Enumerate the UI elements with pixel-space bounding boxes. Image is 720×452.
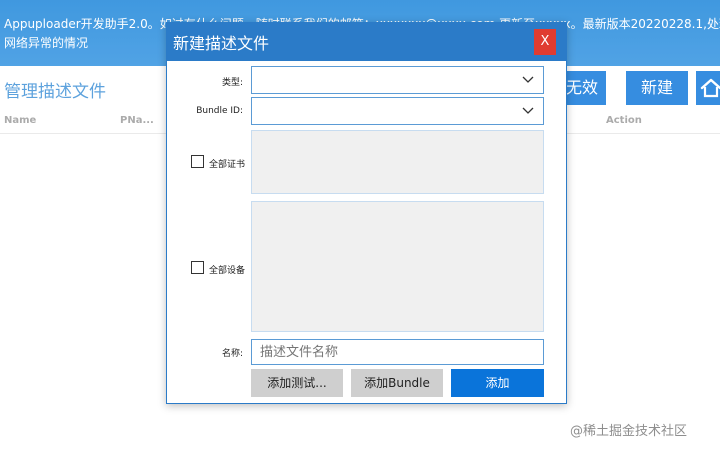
add-button[interactable]: 添加 xyxy=(451,369,544,397)
certificates-list[interactable] xyxy=(251,130,544,194)
watermark: @稀土掘金技术社区 xyxy=(570,424,688,439)
bundle-id-select[interactable] xyxy=(251,97,544,125)
close-icon: X xyxy=(540,34,550,49)
devices-list[interactable] xyxy=(251,201,544,332)
add-bundle-button[interactable]: 添加Bundle xyxy=(351,369,443,397)
add-test-button[interactable]: 添加测试... xyxy=(251,369,343,397)
bundle-id-label: Bundle ID: xyxy=(196,106,243,116)
close-button[interactable]: X xyxy=(534,29,556,55)
dialog-titlebar[interactable]: 新建描述文件 X xyxy=(167,23,566,61)
app-window: Appuploader开发助手2.0。如过有什么问题，随时联系我们的邮箱：xxx… xyxy=(0,0,720,452)
all-devices-label: 全部设备 xyxy=(209,266,246,276)
type-select[interactable] xyxy=(251,66,544,94)
chevron-down-icon xyxy=(522,107,534,114)
all-devices-checkbox[interactable] xyxy=(191,261,204,274)
profile-name-input[interactable] xyxy=(251,339,544,365)
dialog-title: 新建描述文件 xyxy=(173,34,270,53)
all-certificates-label: 全部证书 xyxy=(209,160,246,170)
chevron-down-icon xyxy=(522,76,534,83)
name-label: 名称: xyxy=(221,349,243,359)
all-certificates-checkbox[interactable] xyxy=(191,155,204,168)
type-label: 类型: xyxy=(221,78,243,88)
new-profile-dialog: 新建描述文件 X 类型: Bundle ID: 全部证书 全部设备 名称: 描述… xyxy=(166,22,567,404)
